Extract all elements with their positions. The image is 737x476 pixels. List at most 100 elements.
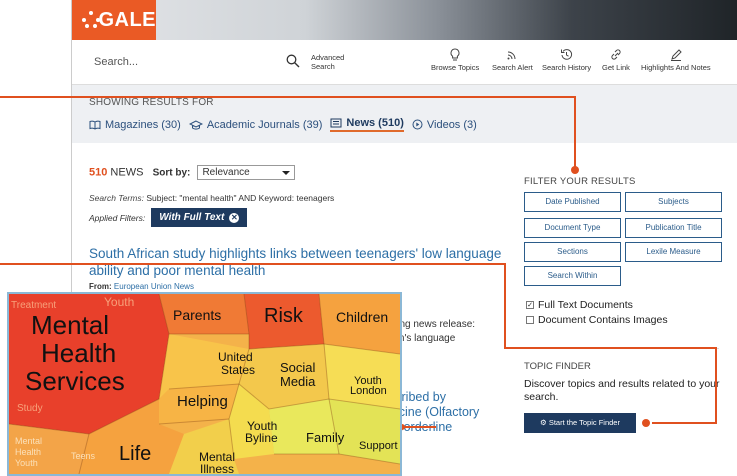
contains-images-checkbox[interactable]: Document Contains Images <box>526 314 668 326</box>
wheel-social-media-1: Social <box>280 360 316 375</box>
wheel-social-media-2: Media <box>280 374 316 389</box>
wheel-children: Children <box>336 309 388 325</box>
wheel-faint-teens: Teens <box>71 451 96 461</box>
filter-sections[interactable]: Sections <box>524 242 621 262</box>
source-link[interactable]: European Union News <box>114 282 194 291</box>
advanced-line2: Search <box>311 62 335 71</box>
tab-videos-label: Videos (3) <box>426 118 477 131</box>
newspaper-icon <box>330 118 342 128</box>
wheel-parents: Parents <box>173 307 221 323</box>
history-icon <box>561 49 573 60</box>
filter-document-type[interactable]: Document Type <box>524 218 621 238</box>
snippet-line1: wing news release: <box>390 319 476 330</box>
header-banner: GALE <box>72 0 737 40</box>
filter-search-within[interactable]: Search Within <box>524 266 621 286</box>
highlights-notes-label: Highlights And Notes <box>641 63 711 72</box>
remove-filter-icon[interactable]: ✕ <box>229 212 240 223</box>
full-text-label: Full Text Documents <box>538 299 633 311</box>
filter-subjects[interactable]: Subjects <box>625 192 722 212</box>
wheel-faint-youth-2: Youth <box>15 458 38 468</box>
checkbox-checked-icon: ✓ <box>526 301 534 309</box>
browse-topics-label: Browse Topics <box>431 63 480 72</box>
result-count-line: 510 NEWS Sort by: Relevance <box>89 165 296 180</box>
applied-filters: Applied Filters: With Full Text ✕ <box>89 208 248 227</box>
tab-academic-journals-label: Academic Journals (39) <box>206 118 323 131</box>
applied-filter-chip[interactable]: With Full Text ✕ <box>151 208 248 227</box>
full-text-checkbox[interactable]: ✓ Full Text Documents <box>526 299 633 311</box>
wheel-united-states-2: States <box>221 363 255 377</box>
wheel-risk: Risk <box>264 305 304 327</box>
content-type-tabs: Magazines (30) Academic Journals (39) Ne… <box>89 117 477 132</box>
search-history-button[interactable]: Search History <box>542 48 591 72</box>
get-link-label: Get Link <box>602 63 630 72</box>
wheel-mental-health-services-3: Services <box>25 366 125 396</box>
tab-academic-journals[interactable]: Academic Journals (39) <box>188 117 323 132</box>
chevron-down-icon <box>282 171 291 179</box>
search-terms-value: Subject: "mental health" AND Keyword: te… <box>146 193 335 203</box>
wheel-faint-health: Health <box>15 447 41 457</box>
browse-topics-button[interactable]: Browse Topics <box>431 48 479 72</box>
showing-results-label: SHOWING RESULTS FOR <box>89 97 214 108</box>
sidebar-divider <box>524 348 719 349</box>
result-headline-2-link[interactable]: scribed by dicine (Olfactory r borderlin… <box>389 390 479 435</box>
from-label: From: <box>89 282 112 291</box>
wheel-youth-london-2: London <box>350 385 387 397</box>
pen-icon <box>670 49 682 61</box>
search-terms-label: Search Terms: <box>89 193 144 203</box>
applied-filters-label: Applied Filters: <box>89 212 146 223</box>
result-snippet: wing news release: ren's language <box>390 318 475 346</box>
play-icon <box>412 119 423 130</box>
wheel-support: Support <box>359 440 398 452</box>
tab-videos[interactable]: Videos (3) <box>412 117 477 132</box>
filter-publication-title[interactable]: Publication Title <box>625 218 722 238</box>
topic-finder-button-label: Start the Topic Finder <box>548 418 620 427</box>
rss-icon <box>507 51 516 60</box>
wheel-faint-study: Study <box>17 403 43 414</box>
advanced-line1: Advanced <box>311 53 345 62</box>
search-alert-label: Search Alert <box>492 63 533 72</box>
gale-logo[interactable]: GALE <box>72 0 156 40</box>
wheel-life: Life <box>119 443 151 465</box>
topic-finder-title: TOPIC FINDER <box>524 361 591 372</box>
sort-value: Relevance <box>202 167 250 178</box>
applied-filter-label: With Full Text <box>159 212 225 223</box>
topic-finder-description: Discover topics and results related to y… <box>524 378 720 403</box>
wheel-faint-mental: Mental <box>15 436 42 446</box>
wheel-faint-youth: Youth <box>104 295 134 309</box>
tab-news[interactable]: News (510) <box>330 117 404 132</box>
link-icon <box>611 49 621 60</box>
start-topic-finder-button[interactable]: ⚙ Start the Topic Finder <box>524 413 636 433</box>
tab-magazines[interactable]: Magazines (30) <box>89 117 181 132</box>
sort-label: Sort by: <box>152 167 191 179</box>
advanced-search-link[interactable]: Advanced Search <box>311 53 344 71</box>
toolbar: Search... Advanced Search Browse Topics … <box>72 40 737 85</box>
topic-wheel-overlay[interactable]: Treatment Youth Mental Health Services S… <box>7 292 402 476</box>
sort-select[interactable]: Relevance <box>197 165 296 180</box>
wheel-helping: Helping <box>177 393 228 410</box>
tab-news-label: News (510) <box>346 117 404 129</box>
wheel-youth-byline-2: Byline <box>245 431 278 445</box>
search-input[interactable]: Search... <box>94 56 138 68</box>
search-alert-button[interactable]: Search Alert <box>492 48 533 72</box>
contains-images-label: Document Contains Images <box>538 314 668 326</box>
highlights-notes-button[interactable]: Highlights And Notes <box>641 48 711 72</box>
mortarboard-icon <box>188 119 203 130</box>
result-headline-link[interactable]: South African study highlights links bet… <box>89 245 514 279</box>
search-terms: Search Terms: Subject: "mental health" A… <box>89 193 334 203</box>
result-source: From: European Union News <box>89 282 194 291</box>
wheel-family: Family <box>306 430 345 445</box>
result-count-label: NEWS <box>110 166 144 179</box>
filter-title: FILTER YOUR RESULTS <box>524 176 636 187</box>
get-link-button[interactable]: Get Link <box>602 48 630 72</box>
search-icon[interactable] <box>286 54 300 73</box>
search-history-label: Search History <box>542 63 592 72</box>
logo-text: GALE <box>98 8 156 31</box>
checkbox-icon <box>526 316 534 324</box>
filter-date-published[interactable]: Date Published <box>524 192 621 212</box>
results-tabs-band: SHOWING RESULTS FOR Magazines (30) Acade… <box>72 85 737 143</box>
gale-logo-icon <box>82 11 100 29</box>
wheel-mental-health-services-2: Health <box>41 338 116 368</box>
book-icon <box>89 120 101 130</box>
result-count: 510 <box>89 166 108 179</box>
filter-lexile-measure[interactable]: Lexile Measure <box>625 242 722 262</box>
